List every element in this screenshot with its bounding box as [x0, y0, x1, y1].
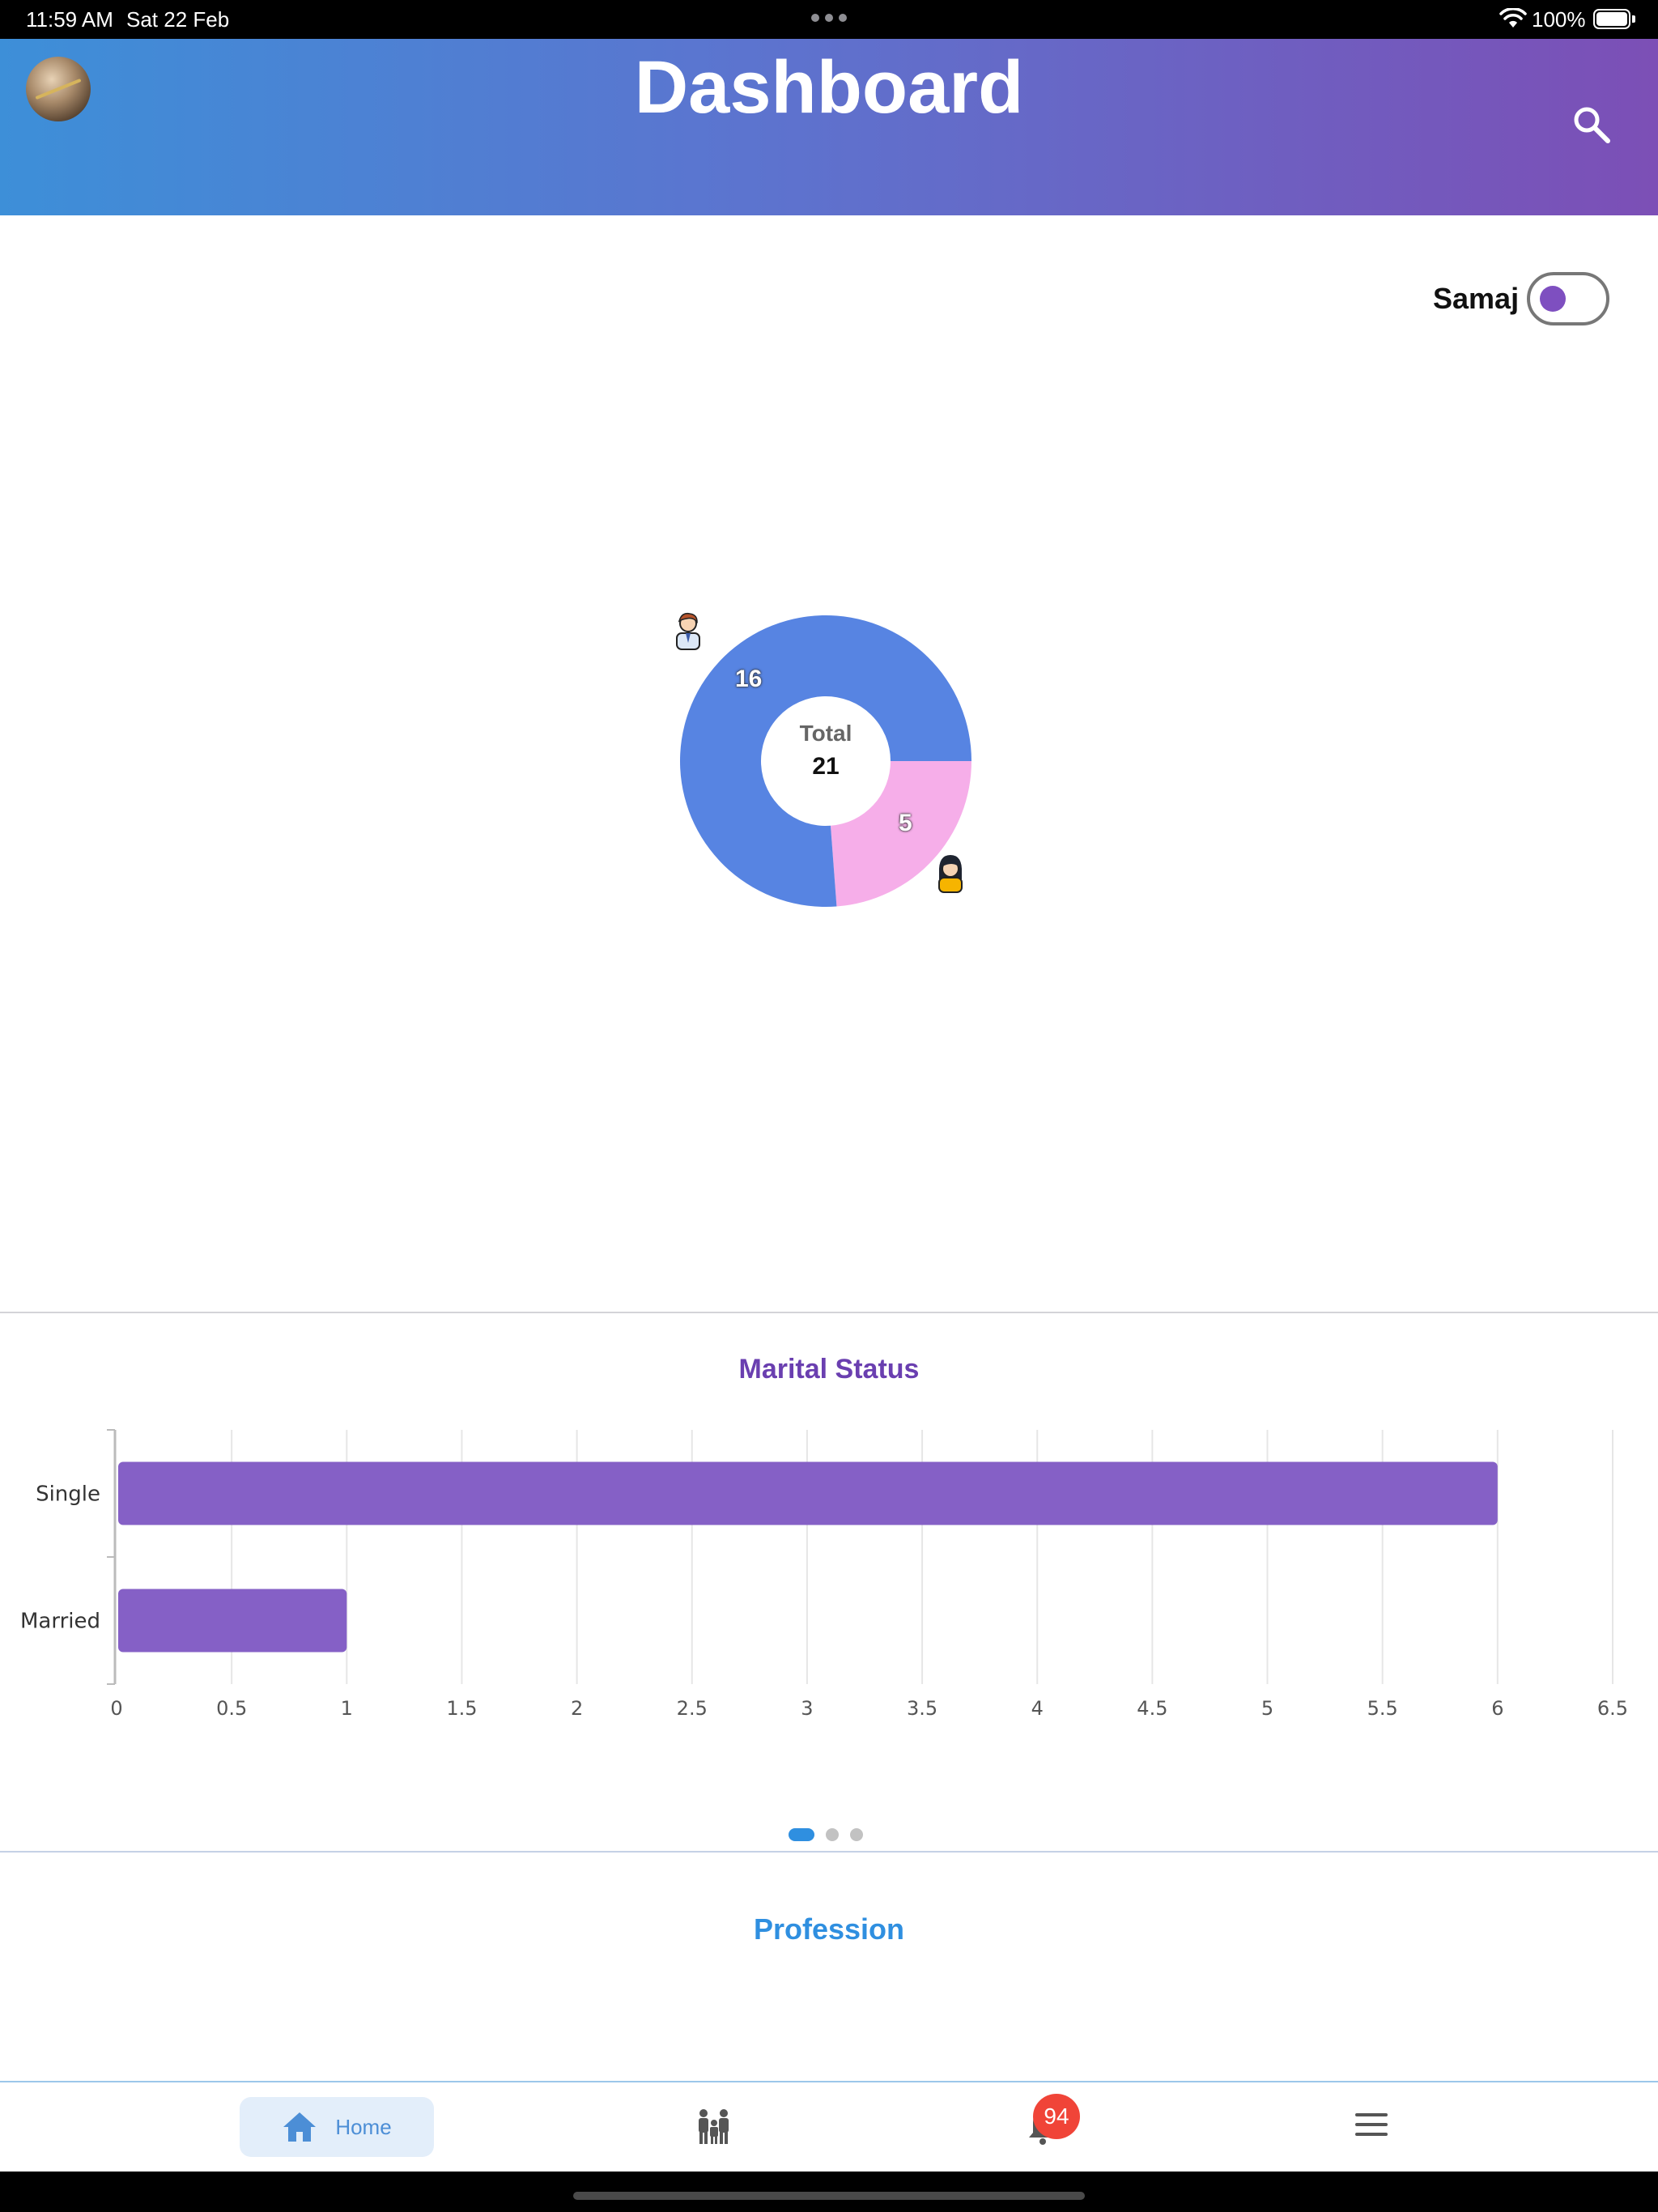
x-tick-label: 4 — [1031, 1697, 1044, 1716]
status-bar: 11:59 AM Sat 22 Feb 100% — [0, 0, 1658, 39]
section-divider — [0, 1851, 1658, 1853]
samaj-toggle[interactable] — [1527, 272, 1610, 325]
chart-pager — [789, 1828, 863, 1841]
nav-home-button[interactable]: Home — [240, 2097, 434, 2157]
x-tick-label: 3.5 — [907, 1697, 937, 1716]
x-tick-label: 0.5 — [216, 1697, 247, 1716]
x-tick-label: 6 — [1491, 1697, 1503, 1716]
profession-title: Profession — [753, 1912, 905, 1946]
x-tick-label: 6.5 — [1597, 1697, 1628, 1716]
category-label: Married — [20, 1610, 100, 1634]
x-tick-label: 2 — [571, 1697, 583, 1716]
wifi-icon — [1499, 8, 1527, 28]
x-tick-label: 1.5 — [446, 1697, 477, 1716]
female-avatar-icon — [938, 855, 963, 893]
samaj-toggle-row: Samaj — [1433, 272, 1610, 325]
x-tick-label: 5 — [1261, 1697, 1273, 1716]
page-title: Dashboard — [634, 46, 1024, 129]
bar-single[interactable] — [118, 1461, 1498, 1525]
pager-dot-2[interactable] — [826, 1828, 839, 1841]
notifications-badge: 94 — [1033, 2094, 1080, 2139]
donut-center-value: 21 — [812, 753, 840, 780]
marital-status-bar-chart: 0 0.5 1 1.5 2 2.5 3 3.5 4 4.5 5 5.5 6 6.5 Single Marrie… — [20, 1429, 1628, 1716]
nav-home-label: Home — [335, 2114, 392, 2139]
battery-tip — [1632, 15, 1635, 23]
toggle-knob — [1540, 286, 1567, 312]
chart-title: Marital Status — [738, 1354, 920, 1385]
status-time: 11:59 AM — [26, 7, 113, 32]
donut-center-label: Total — [799, 721, 852, 746]
x-tick-label: 3 — [801, 1697, 813, 1716]
male-avatar-icon — [676, 612, 700, 650]
home-indicator[interactable] — [573, 2192, 1085, 2200]
male-count-label: 16 — [735, 666, 763, 692]
x-tick-label: 1 — [341, 1697, 353, 1716]
x-tick-label: 0 — [110, 1697, 122, 1716]
bottom-nav: Home — [0, 2081, 1658, 2172]
x-tick-label: 2.5 — [677, 1697, 708, 1716]
pager-dot-3[interactable] — [850, 1828, 863, 1841]
search-icon[interactable] — [1571, 104, 1613, 146]
section-divider — [0, 1312, 1658, 1313]
x-tick-label: 4.5 — [1137, 1697, 1167, 1716]
battery-icon — [1593, 9, 1630, 29]
samaj-label: Samaj — [1433, 282, 1520, 315]
family-icon[interactable] — [695, 2107, 733, 2146]
status-date: Sat 22 Feb — [126, 7, 230, 32]
battery-percent: 100% — [1532, 7, 1586, 32]
female-count-label: 5 — [899, 810, 912, 836]
more-dots-icon[interactable] — [811, 14, 847, 22]
pager-dot-1[interactable] — [789, 1828, 814, 1841]
home-icon — [283, 2112, 317, 2142]
category-label: Single — [36, 1482, 100, 1507]
x-tick-label: 5.5 — [1367, 1697, 1398, 1716]
menu-icon[interactable] — [1354, 2108, 1389, 2141]
bar-married[interactable] — [118, 1589, 347, 1653]
